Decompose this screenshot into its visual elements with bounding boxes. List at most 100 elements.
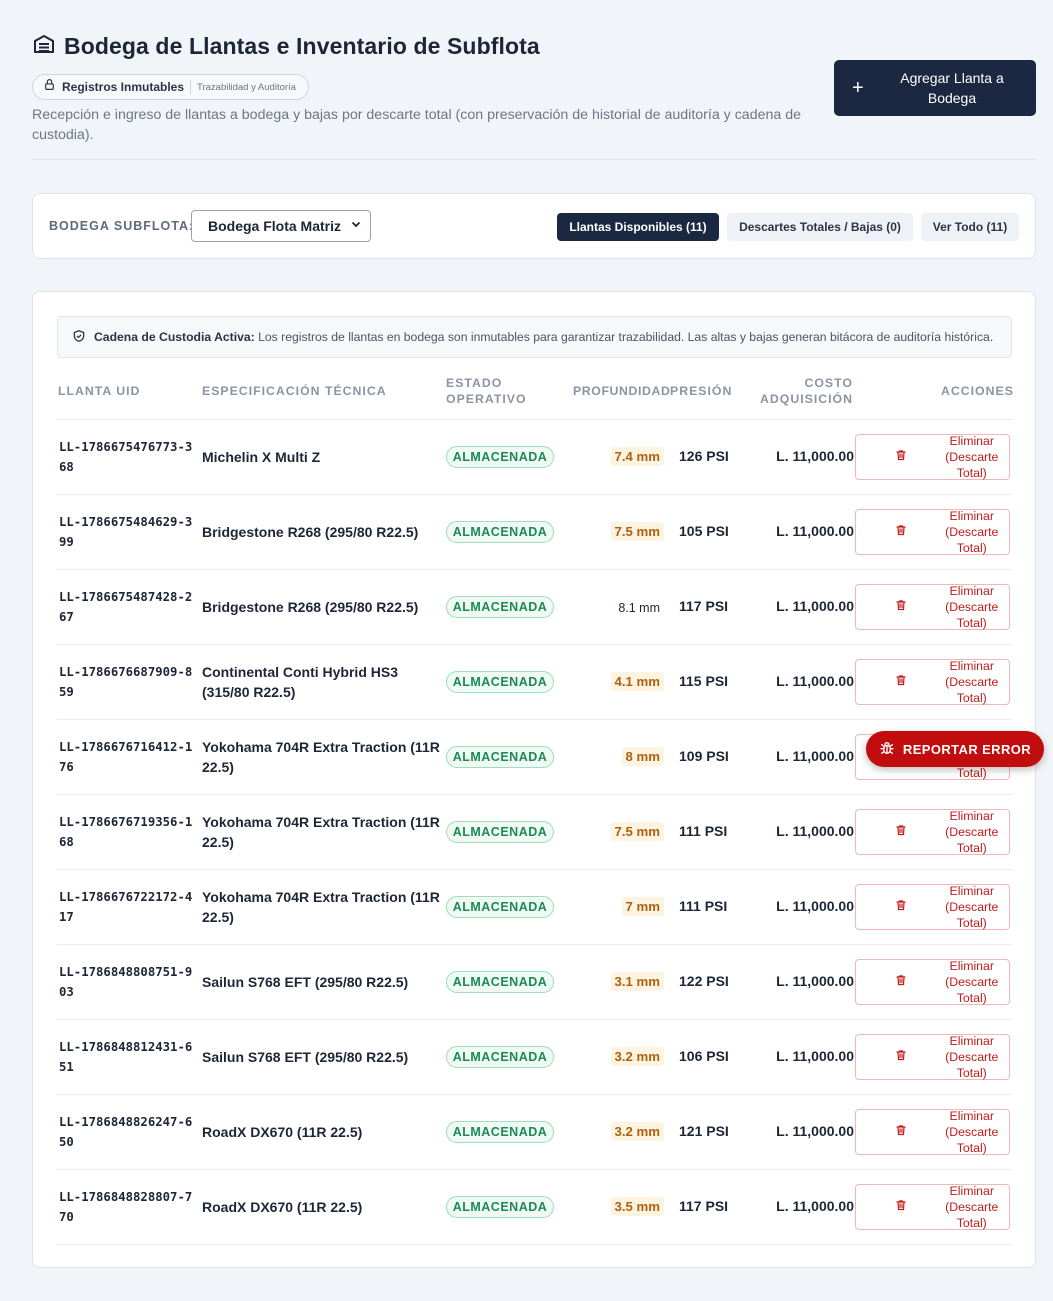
discard-button-label: Eliminar (Descarte Total): [945, 509, 999, 555]
tread-depth: 8.1 mm: [618, 601, 660, 615]
table-row: LL-1786676719356-168 Yokohama 704R Extra …: [57, 795, 1012, 870]
col-header-pressure[interactable]: PRESIÓN: [670, 383, 732, 399]
status-badge: ALMACENADA: [446, 521, 554, 543]
status-badge: ALMACENADA: [446, 746, 554, 768]
bug-icon: [879, 740, 895, 759]
tire-spec: Michelin X Multi Z: [202, 449, 321, 465]
tire-spec: Yokohama 704R Extra Traction (11R 22.5): [202, 739, 440, 775]
col-header-status[interactable]: ESTADO OPERATIVO: [446, 375, 536, 407]
discard-tire-button[interactable]: Eliminar (Descarte Total): [855, 884, 1010, 930]
tire-uid: LL-1786676716412-176: [59, 740, 193, 774]
tire-uid: LL-1786675484629-399: [59, 515, 193, 549]
discard-tire-button[interactable]: Eliminar (Descarte Total): [855, 1184, 1010, 1230]
tire-pressure: 117 PSI: [679, 1198, 729, 1214]
trash-icon: [868, 1049, 939, 1065]
col-header-cost[interactable]: COSTO ADQUISICIÓN: [755, 375, 853, 407]
discard-button-label: Eliminar (Descarte Total): [945, 659, 999, 705]
tire-spec: RoadX DX670 (11R 22.5): [202, 1124, 363, 1140]
tread-depth: 8 mm: [621, 747, 664, 766]
immutable-records-badge: Registros Inmutables Trazabilidad y Audi…: [32, 74, 309, 100]
subfleet-select[interactable]: Bodega Flota Matriz: [191, 210, 371, 242]
acquisition-cost: L. 11,000.00: [776, 1123, 854, 1139]
trash-icon: [868, 824, 939, 840]
table-row: LL-1786676722172-417 Yokohama 704R Extra …: [57, 870, 1012, 945]
badge-sublabel: Trazabilidad y Auditoría: [197, 81, 296, 93]
tread-depth: 3.2 mm: [610, 1122, 664, 1141]
table-row: LL-1786848828807-770 RoadX DX670 (11R 22.…: [57, 1170, 1012, 1245]
tire-spec: Yokohama 704R Extra Traction (11R 22.5): [202, 889, 440, 925]
tread-depth: 7.4 mm: [610, 447, 664, 466]
tire-spec: Bridgestone R268 (295/80 R22.5): [202, 524, 419, 540]
tire-spec: Bridgestone R268 (295/80 R22.5): [202, 599, 419, 615]
tire-pressure: 111 PSI: [679, 898, 728, 914]
badge-divider: [190, 80, 192, 94]
discard-tire-button[interactable]: Eliminar (Descarte Total): [855, 1109, 1010, 1155]
tire-pressure: 126 PSI: [679, 448, 729, 464]
page-subtitle: Recepción e ingreso de llantas a bodega …: [32, 107, 801, 143]
tread-depth: 3.1 mm: [610, 972, 664, 991]
custody-notice: Cadena de Custodia Activa: Los registros…: [57, 316, 1012, 358]
col-header-spec[interactable]: ESPECIFICACIÓN TÉCNICA: [202, 383, 387, 399]
report-error-button[interactable]: REPORTAR ERROR: [866, 731, 1044, 767]
table-row: LL-1786848808751-903 Sailun S768 EFT (295…: [57, 945, 1012, 1020]
trash-icon: [868, 674, 939, 690]
table-row: LL-1786848826247-650 RoadX DX670 (11R 22.…: [57, 1095, 1012, 1170]
discard-button-label: Eliminar (Descarte Total): [945, 959, 999, 1005]
tire-spec: Yokohama 704R Extra Traction (11R 22.5): [202, 814, 440, 850]
tire-spec: Sailun S768 EFT (295/80 R22.5): [202, 974, 409, 990]
table-row: LL-1786675476773-368 Michelin X Multi Z AL…: [57, 420, 1012, 495]
status-badge: ALMACENADA: [446, 821, 554, 843]
discard-tire-button[interactable]: Eliminar (Descarte Total): [855, 509, 1010, 555]
table-row: LL-1786675487428-267 Bridgestone R268 (29…: [57, 570, 1012, 645]
tire-uid: LL-1786848812431-651: [59, 1040, 193, 1074]
tire-spec: Sailun S768 EFT (295/80 R22.5): [202, 1049, 409, 1065]
tab-view-all[interactable]: Ver Todo (11): [921, 213, 1019, 241]
tire-pressure: 105 PSI: [679, 523, 729, 539]
discard-tire-button[interactable]: Eliminar (Descarte Total): [855, 809, 1010, 855]
tire-uid: LL-1786848808751-903: [59, 965, 193, 999]
acquisition-cost: L. 11,000.00: [776, 1048, 854, 1064]
tire-uid: LL-1786676722172-417: [59, 890, 193, 924]
table-row: LL-1786848812431-651 Sailun S768 EFT (295…: [57, 1020, 1012, 1095]
shield-check-icon: [72, 329, 86, 346]
table-row: LL-1786675484629-399 Bridgestone R268 (29…: [57, 495, 1012, 570]
tire-spec: Continental Conti Hybrid HS3 (315/80 R22…: [202, 664, 398, 700]
tire-spec: RoadX DX670 (11R 22.5): [202, 1199, 363, 1215]
add-tire-button[interactable]: + Agregar Llanta a Bodega: [834, 60, 1036, 116]
col-header-depth[interactable]: PROFUNDIDAD: [573, 383, 670, 399]
tire-pressure: 122 PSI: [679, 973, 729, 989]
discard-tire-button[interactable]: Eliminar (Descarte Total): [855, 659, 1010, 705]
acquisition-cost: L. 11,000.00: [776, 748, 854, 764]
acquisition-cost: L. 11,000.00: [776, 973, 854, 989]
status-badge: ALMACENADA: [446, 596, 554, 618]
notice-body: Los registros de llantas en bodega son i…: [258, 330, 994, 344]
notice-text: Cadena de Custodia Activa: Los registros…: [94, 330, 993, 344]
tire-pressure: 117 PSI: [679, 598, 729, 614]
tire-uid: LL-1786848826247-650: [59, 1115, 193, 1149]
add-tire-button-label: Agregar Llanta a Bodega: [900, 70, 1004, 106]
discard-button-label: Eliminar (Descarte Total): [945, 1184, 999, 1230]
tire-pressure: 115 PSI: [679, 673, 729, 689]
acquisition-cost: L. 11,000.00: [776, 898, 854, 914]
report-error-label: REPORTAR ERROR: [902, 741, 1032, 757]
col-header-uid[interactable]: LLANTA UID: [58, 383, 140, 399]
tab-available-tires[interactable]: Llantas Disponibles (11): [557, 213, 719, 241]
tread-depth: 3.2 mm: [610, 1047, 664, 1066]
warehouse-icon: [32, 32, 56, 61]
discard-tire-button[interactable]: Eliminar (Descarte Total): [855, 959, 1010, 1005]
tread-depth: 7 mm: [621, 897, 664, 916]
discard-tire-button[interactable]: Eliminar (Descarte Total): [855, 434, 1010, 480]
trash-icon: [868, 899, 939, 915]
discard-tire-button[interactable]: Eliminar (Descarte Total): [855, 1034, 1010, 1080]
acquisition-cost: L. 11,000.00: [776, 523, 854, 539]
discard-button-label: Eliminar (Descarte Total): [945, 884, 999, 930]
discard-tire-button[interactable]: Eliminar (Descarte Total): [855, 584, 1010, 630]
discard-button-label: Eliminar (Descarte Total): [945, 1109, 999, 1155]
status-badge: ALMACENADA: [446, 1196, 554, 1218]
status-badge: ALMACENADA: [446, 896, 554, 918]
acquisition-cost: L. 11,000.00: [776, 673, 854, 689]
tire-uid: LL-1786848828807-770: [59, 1190, 193, 1224]
title-row: Bodega de Llantas e Inventario de Subflo…: [32, 32, 1036, 61]
tab-total-discards[interactable]: Descartes Totales / Bajas (0): [727, 213, 913, 241]
page-header: Bodega de Llantas e Inventario de Subflo…: [32, 32, 1036, 160]
